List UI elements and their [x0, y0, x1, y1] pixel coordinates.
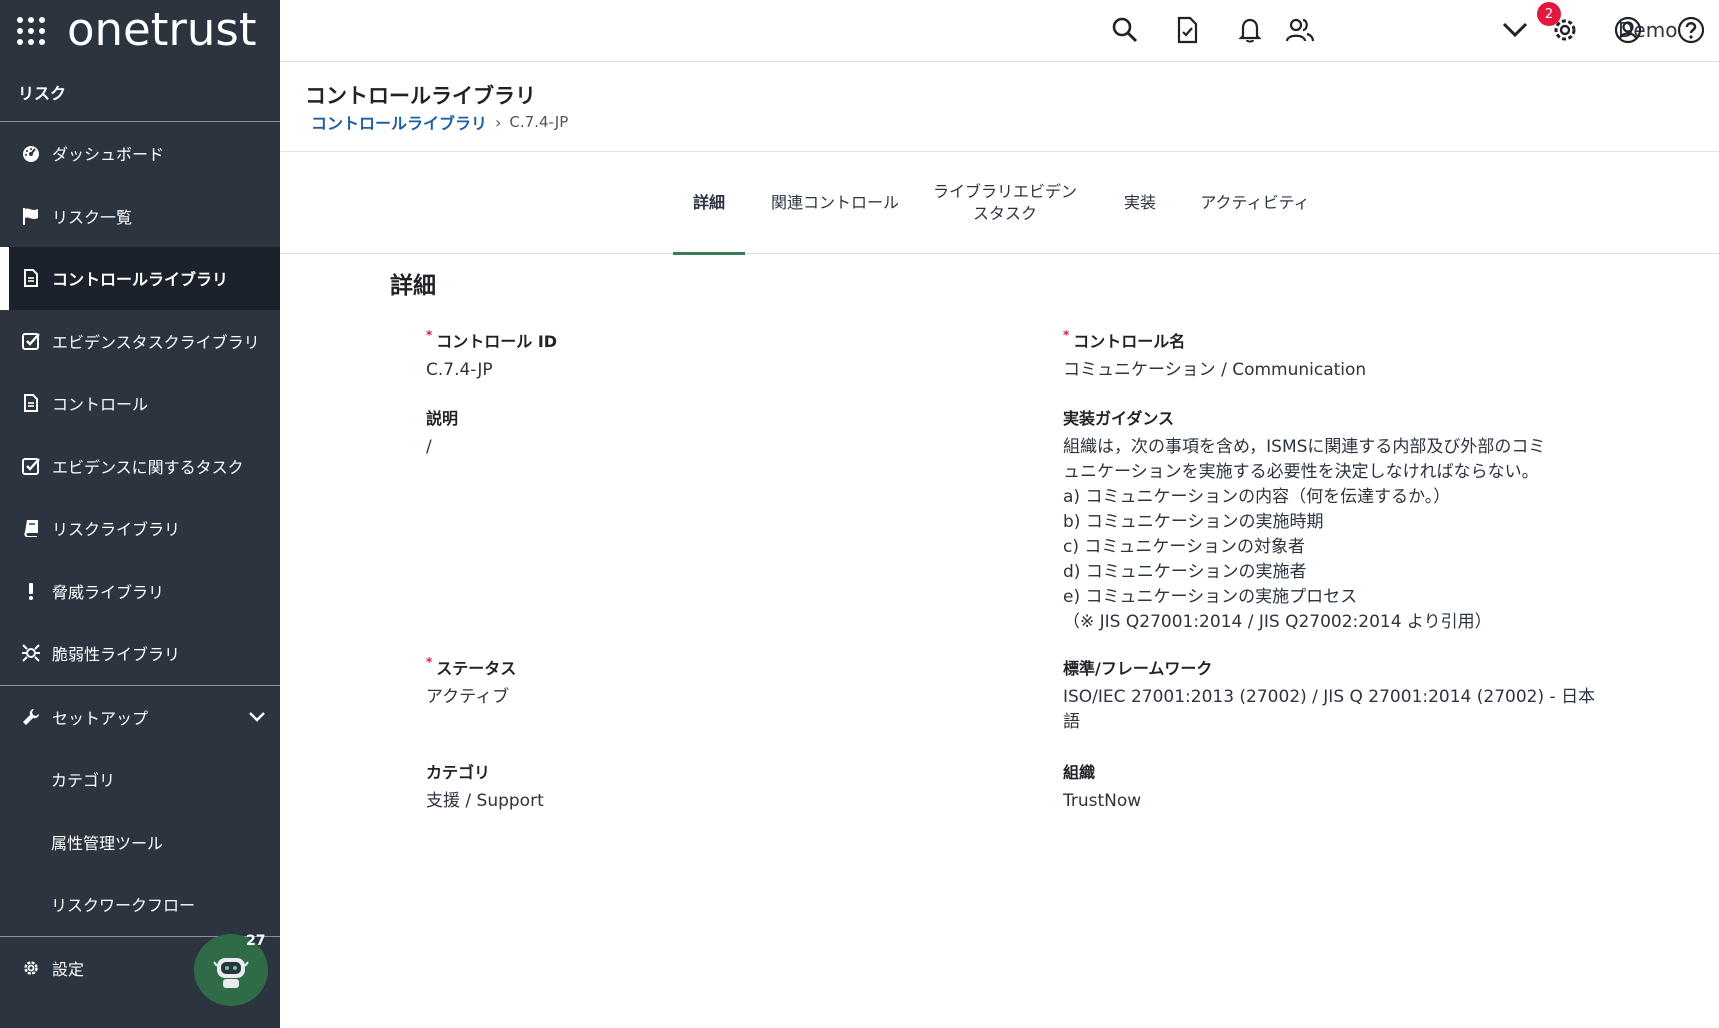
users-icon — [1285, 15, 1315, 45]
sidebar-item-label: エビデンスに関するタスク — [52, 457, 244, 477]
sidebar-item-attribute-manager[interactable]: 属性管理ツール — [0, 811, 280, 874]
field-label: コントロール ID — [436, 332, 558, 351]
flag-icon — [20, 205, 42, 227]
field-value: 支援 / Support — [426, 791, 544, 811]
field-value: コミュニケーション / Communication — [1063, 360, 1367, 380]
breadcrumb: コントロールライブラリ › C.7.4-JP — [311, 110, 568, 134]
breadcrumb-current: C.7.4-JP — [509, 113, 569, 131]
sidebar-item-label: 脆弱性ライブラリ — [52, 645, 181, 665]
field-organization: 組織 TrustNow — [1063, 759, 1141, 814]
sidebar-item-vulnerability-library[interactable]: 脆弱性ライブラリ — [0, 622, 280, 685]
sidebar-item-label: ダッシュボード — [52, 145, 165, 165]
search-icon[interactable] — [1110, 15, 1140, 45]
sidebar-item-risk-list[interactable]: リスク一覧 — [0, 185, 280, 248]
field-status: * ステータス アクティブ — [426, 655, 516, 710]
sidebar-item-label: リスクライブラリ — [52, 520, 181, 540]
required-marker: * — [426, 328, 433, 342]
field-label: 説明 — [426, 409, 459, 428]
checkbox-icon — [20, 455, 42, 477]
topbar: 2 Demo — [280, 0, 1719, 62]
tab-library-evidence-tasks[interactable]: ライブラリエビデン スタスク — [920, 152, 1090, 254]
brand-logo: onetrust — [67, 2, 257, 56]
sidebar-item-risk-library[interactable]: リスクライブラリ — [0, 497, 280, 560]
field-value: ISO/IEC 27001:2013 (27002) / JIS Q 27001… — [1063, 687, 1596, 732]
book-icon — [20, 517, 42, 539]
page-header: コントロールライブラリ コントロールライブラリ › C.7.4-JP — [280, 62, 1719, 152]
required-marker: * — [426, 655, 433, 669]
sidebar-item-label: 設定 — [52, 959, 85, 979]
field-label: ステータス — [436, 659, 517, 678]
sidebar-item-dashboard[interactable]: ダッシュボード — [0, 122, 280, 185]
sidebar-item-label: エビデンスタスクライブラリ — [52, 332, 260, 352]
exclamation-icon — [20, 580, 42, 602]
help-icon[interactable] — [1676, 15, 1706, 45]
field-value: 組織は，次の事項を含め，ISMSに関連する内部及び外部のコミ ュニケーションを実… — [1063, 437, 1546, 632]
chevron-down-icon[interactable] — [1500, 15, 1530, 45]
breadcrumb-link[interactable]: コントロールライブラリ — [311, 110, 487, 134]
task-document-icon[interactable] — [1172, 15, 1202, 45]
sidebar-item-label: コントロール — [52, 395, 149, 415]
field-label: コントロール名 — [1073, 332, 1186, 351]
tab-activity[interactable]: アクティビティ — [1185, 152, 1325, 254]
field-framework: 標準/フレームワーク ISO/IEC 27001:2013 (27002) / … — [1063, 655, 1683, 735]
sidebar-item-label: リスク一覧 — [52, 207, 133, 227]
module-title: リスク — [0, 62, 280, 122]
robot-icon — [213, 958, 249, 988]
tab-details[interactable]: 詳細 — [673, 152, 745, 255]
sidebar-item-category[interactable]: カテゴリ — [0, 748, 280, 811]
field-value: C.7.4-JP — [426, 360, 493, 380]
assistant-badge: 27 — [246, 933, 266, 949]
bug-icon — [20, 642, 42, 664]
breadcrumb-separator: › — [495, 112, 502, 132]
tabs: 詳細 関連コントロール ライブラリエビデン スタスク 実装 アクティビティ — [280, 152, 1719, 255]
field-description: 説明 / — [426, 405, 458, 460]
bell-icon[interactable] — [1235, 15, 1265, 45]
document-icon — [20, 267, 42, 289]
field-label: 標準/フレームワーク — [1063, 659, 1213, 678]
sidebar-item-controls[interactable]: コントロール — [0, 372, 280, 435]
field-category: カテゴリ 支援 / Support — [426, 759, 544, 814]
sidebar-item-setup[interactable]: セットアップ — [0, 686, 280, 749]
field-value: アクティブ — [426, 687, 510, 707]
app-launcher-icon[interactable] — [17, 17, 45, 45]
field-label: 実装ガイダンス — [1063, 409, 1175, 428]
field-value: / — [426, 437, 432, 457]
sidebar-item-control-library[interactable]: コントロールライブラリ — [0, 247, 280, 310]
page-title: コントロールライブラリ — [305, 84, 536, 108]
tab-implementation[interactable]: 実装 — [1110, 152, 1170, 254]
sidebar: onetrust リスク ダッシュボード リスク一覧 コントロールライブラリ エ… — [0, 0, 280, 1028]
field-control-name: * コントロール名 コミュニケーション / Communication — [1063, 328, 1366, 383]
sidebar-item-label: セットアップ — [52, 708, 149, 728]
field-implementation-guidance: 実装ガイダンス 組織は，次の事項を含め，ISMSに関連する内部及び外部のコミ ュ… — [1063, 405, 1663, 635]
dashboard-icon — [20, 142, 42, 164]
gear-icon[interactable] — [1550, 15, 1580, 45]
field-value: TrustNow — [1063, 791, 1142, 811]
field-control-id: * コントロール ID C.7.4-JP — [426, 328, 557, 383]
document-icon — [20, 392, 42, 414]
account-icon[interactable] — [1613, 15, 1643, 45]
required-marker: * — [1063, 328, 1070, 342]
sidebar-item-evidence-task-library[interactable]: エビデンスタスクライブラリ — [0, 310, 280, 373]
gear-icon — [20, 957, 42, 979]
sidebar-item-threat-library[interactable]: 脅威ライブラリ — [0, 560, 280, 623]
sidebar-item-label: 脅威ライブラリ — [52, 582, 165, 602]
wrench-icon — [20, 706, 42, 728]
field-label: カテゴリ — [426, 763, 491, 782]
sidebar-item-label: コントロールライブラリ — [52, 270, 229, 290]
tab-related-controls[interactable]: 関連コントロール — [760, 152, 910, 254]
sidebar-item-evidence-tasks[interactable]: エビデンスに関するタスク — [0, 435, 280, 498]
brand: onetrust — [0, 0, 280, 62]
sidebar-item-risk-workflow[interactable]: リスクワークフロー — [0, 873, 280, 936]
checkbox-icon — [20, 330, 42, 352]
section-title: 詳細 — [390, 273, 436, 299]
field-label: 組織 — [1063, 763, 1096, 782]
chevron-down-icon[interactable] — [248, 708, 266, 727]
